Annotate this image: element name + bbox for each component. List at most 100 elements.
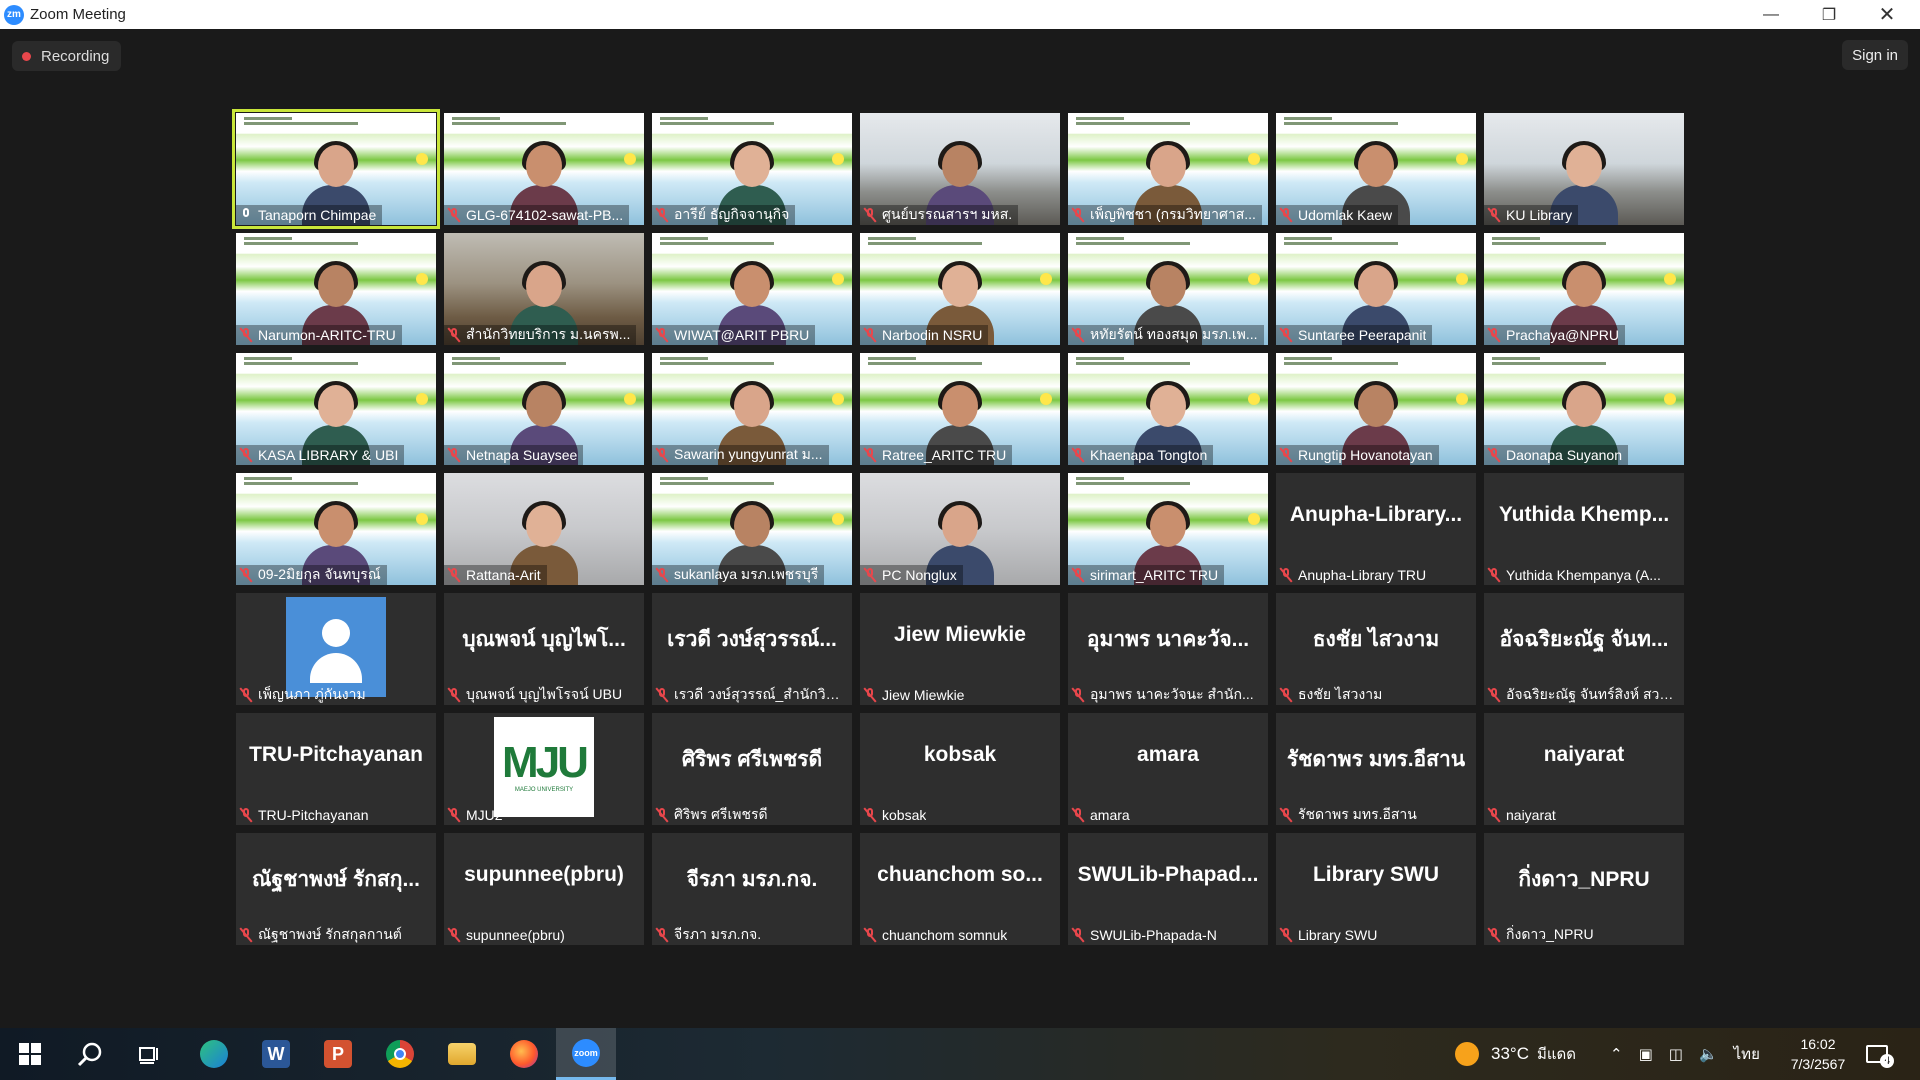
language-indicator[interactable]: ไทย xyxy=(1734,1042,1760,1066)
participant-tile[interactable]: chuanchom so... chuanchom somnuk xyxy=(860,833,1060,945)
search-icon[interactable] xyxy=(60,1028,120,1080)
participant-name: Sawarin yungyunrat ม... xyxy=(674,446,823,462)
participant-tile[interactable]: 09-2มิยกุล จันทบุรณ์ xyxy=(236,473,436,585)
notification-center-icon[interactable]: 4 xyxy=(1866,1028,1894,1080)
participant-tile[interactable]: KASA LIBRARY & UBI xyxy=(236,353,436,465)
participant-tile[interactable]: kobsak kobsak xyxy=(860,713,1060,825)
volume-icon[interactable]: 🔈 xyxy=(1699,1045,1718,1063)
restore-button[interactable]: ❐ xyxy=(1800,0,1858,29)
participant-tile[interactable]: ศิริพร ศรีเพชรดี ศิริพร ศรีเพชรดี xyxy=(652,713,852,825)
participant-tile[interactable]: TRU-Pitchayanan TRU-Pitchayanan xyxy=(236,713,436,825)
recording-indicator[interactable]: Recording xyxy=(12,41,122,71)
participant-tile[interactable]: กิ่งดาว_NPRU กิ่งดาว_NPRU xyxy=(1484,833,1684,945)
participant-tile[interactable]: ธงชัย ไสวงาม ธงชัย ไสวงาม xyxy=(1276,593,1476,705)
participant-tile[interactable]: Rungtip Hovanotayan xyxy=(1276,353,1476,465)
participant-tile[interactable]: Jiew Miewkie Jiew Miewkie xyxy=(860,593,1060,705)
zoom-icon[interactable]: zoom xyxy=(556,1028,616,1080)
sun-icon xyxy=(1455,1042,1479,1066)
zoom-logo-icon: zm xyxy=(4,4,24,25)
network-icon[interactable]: ◫ xyxy=(1669,1045,1683,1063)
window-title: Zoom Meeting xyxy=(30,6,126,23)
clock-time: 16:02 xyxy=(1800,1036,1836,1052)
weather-widget[interactable]: 33°C มีแดด xyxy=(1455,1028,1576,1080)
participant-tile[interactable]: สำนักวิทยบริการ ม.นครพ... xyxy=(444,233,644,345)
participant-tile[interactable]: Library SWU Library SWU xyxy=(1276,833,1476,945)
participant-tile[interactable]: หทัยรัตน์ ทองสมุด มรภ.เพ... xyxy=(1068,233,1268,345)
participant-tile[interactable]: Anupha-Library... Anupha-Library TRU xyxy=(1276,473,1476,585)
participant-tile[interactable]: รัชดาพร มทร.อีสาน รัชดาพร มทร.อีสาน xyxy=(1276,713,1476,825)
participant-name: MJU2 xyxy=(466,807,503,823)
participant-tile[interactable]: อุมาพร นาคะวัจ... อุมาพร นาคะวัจนะ สำนัก.… xyxy=(1068,593,1268,705)
participant-tile[interactable]: อารีย์ ธัญกิจจานุกิจ xyxy=(652,113,852,225)
participant-name: supunnee(pbru) xyxy=(466,927,565,943)
powerpoint-icon[interactable]: P xyxy=(308,1028,368,1080)
participant-tile[interactable]: จีรภา มรภ.กจ. จีรภา มรภ.กจ. xyxy=(652,833,852,945)
participant-name-bar: เพ็ญนภา ภู่กันงาม xyxy=(236,685,372,705)
participant-tile[interactable]: Prachaya@NPRU xyxy=(1484,233,1684,345)
participant-name-bar: Prachaya@NPRU xyxy=(1484,325,1626,345)
participant-name-bar: Tanaporn Chimpae xyxy=(236,205,383,225)
participant-tile[interactable]: Rattana-Arit xyxy=(444,473,644,585)
participant-tile[interactable]: Sawarin yungyunrat ม... xyxy=(652,353,852,465)
participant-tile[interactable]: Yuthida Khemp... Yuthida Khempanya (A... xyxy=(1484,473,1684,585)
mic-muted-icon xyxy=(863,927,877,943)
participant-name-bar: Khaenapa Tongton xyxy=(1068,445,1214,465)
participant-tile[interactable]: Tanaporn Chimpae xyxy=(232,109,440,229)
file-explorer-icon[interactable] xyxy=(432,1028,492,1080)
participant-tile[interactable]: WIWAT@ARIT PBRU xyxy=(652,233,852,345)
participant-tile[interactable]: naiyarat naiyarat xyxy=(1484,713,1684,825)
participant-tile[interactable]: GLG-674102-sawat-PB... xyxy=(444,113,644,225)
participant-tile[interactable]: Khaenapa Tongton xyxy=(1068,353,1268,465)
participant-tile[interactable]: เรวดี วงษ์สุวรรณ์... เรวดี วงษ์สุวรรณ์_สำ… xyxy=(652,593,852,705)
participant-tile[interactable]: SWULib-Phapad... SWULib-Phapada-N xyxy=(1068,833,1268,945)
participant-name-bar: Jiew Miewkie xyxy=(860,685,970,705)
participant-tile[interactable]: amara amara xyxy=(1068,713,1268,825)
sign-in-button[interactable]: Sign in xyxy=(1842,40,1908,70)
participant-name-bar: บุณพจน์ บุญไพโรจน์ UBU xyxy=(444,685,628,705)
participant-tile[interactable]: เพ็ญนภา ภู่กันงาม xyxy=(236,593,436,705)
mic-muted-icon xyxy=(239,567,253,583)
participant-tile[interactable]: supunnee(pbru) supunnee(pbru) xyxy=(444,833,644,945)
clock[interactable]: 16:02 7/3/2567 xyxy=(1778,1034,1858,1074)
participant-tile[interactable]: KU Library xyxy=(1484,113,1684,225)
participant-tile[interactable]: ศูนย์บรรณสารฯ มหส. xyxy=(860,113,1060,225)
participant-tile[interactable]: เพ็ญพิชชา (กรมวิทยาศาส... xyxy=(1068,113,1268,225)
mic-muted-icon xyxy=(447,327,461,343)
tray-icons: ⌃ ▣ ◫ 🔈 ไทย xyxy=(1610,1028,1760,1080)
participant-name: KASA LIBRARY & UBI xyxy=(258,447,399,463)
chevron-up-icon[interactable]: ⌃ xyxy=(1610,1045,1623,1063)
participant-tile[interactable]: PC Nonglux xyxy=(860,473,1060,585)
meet-now-icon[interactable]: ▣ xyxy=(1639,1045,1653,1063)
mic-muted-icon xyxy=(239,327,253,343)
participant-name: SWULib-Phapada-N xyxy=(1090,927,1217,943)
mic-muted-icon xyxy=(447,807,461,823)
participant-display-name: กิ่งดาว_NPRU xyxy=(1518,868,1650,891)
participant-name: Rungtip Hovanotayan xyxy=(1298,447,1433,463)
participant-tile[interactable]: Udomlak Kaew xyxy=(1276,113,1476,225)
start-icon[interactable] xyxy=(0,1028,60,1080)
participant-tile[interactable]: Ratree_ARITC TRU xyxy=(860,353,1060,465)
participant-tile[interactable]: sukanlaya มรภ.เพชรบุรี xyxy=(652,473,852,585)
participant-tile[interactable]: Narbodin NSRU xyxy=(860,233,1060,345)
chrome-icon[interactable] xyxy=(370,1028,430,1080)
mic-muted-icon xyxy=(655,567,669,583)
firefox-icon[interactable] xyxy=(494,1028,554,1080)
word-icon[interactable]: W xyxy=(246,1028,306,1080)
participant-name-bar: ณัฐชาพงษ์ รักสกุลกานต์ xyxy=(236,925,408,945)
participant-tile[interactable]: Narumon-ARITC-TRU xyxy=(236,233,436,345)
participant-tile[interactable]: MJU MAEJO UNIVERSITY MJU2 xyxy=(444,713,644,825)
participant-tile[interactable]: ณัฐชาพงษ์ รักสกุ... ณัฐชาพงษ์ รักสกุลกานต… xyxy=(236,833,436,945)
virtual-background-banner xyxy=(1076,477,1196,489)
participant-tile[interactable]: อัจฉริยะณัฐ จันท... อัจฉริยะณัฐ จันทร์สิง… xyxy=(1484,593,1684,705)
participant-tile[interactable]: sirimart_ARITC TRU xyxy=(1068,473,1268,585)
participant-tile[interactable]: Suntaree Peerapanit xyxy=(1276,233,1476,345)
minimize-button[interactable]: — xyxy=(1742,0,1800,29)
participant-tile[interactable]: Netnapa Suaysee xyxy=(444,353,644,465)
task-view-icon[interactable] xyxy=(120,1028,180,1080)
mic-muted-icon xyxy=(1487,447,1501,463)
sun-decoration xyxy=(624,393,636,405)
participant-tile[interactable]: Daonapa Suyanon xyxy=(1484,353,1684,465)
close-button[interactable]: ✕ xyxy=(1858,0,1916,29)
edge-icon[interactable] xyxy=(184,1028,244,1080)
participant-tile[interactable]: บุณพจน์ บุญไพโ... บุณพจน์ บุญไพโรจน์ UBU xyxy=(444,593,644,705)
